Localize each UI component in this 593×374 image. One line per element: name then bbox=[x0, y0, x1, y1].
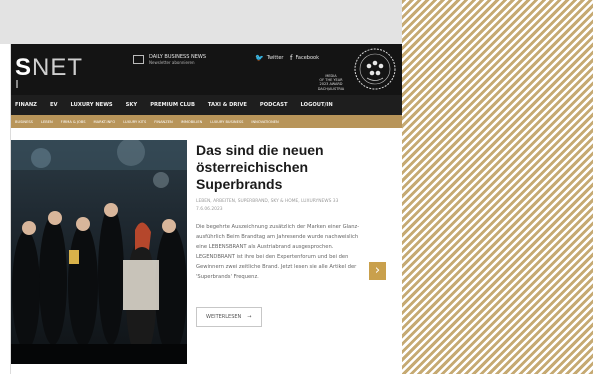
article-teaser: Das sind die neuen österreichischen Supe… bbox=[196, 142, 368, 328]
article-hero-image[interactable] bbox=[11, 140, 187, 364]
facebook-link[interactable]: f Facebook bbox=[290, 54, 319, 62]
diagonal-stripe-panel bbox=[402, 0, 593, 374]
nav-item[interactable]: LOGOUT/IN bbox=[297, 102, 342, 108]
twitter-link[interactable]: 🐦 Twitter bbox=[255, 54, 283, 62]
logo-text: NET bbox=[32, 54, 84, 81]
award-line: DACH/AUSTRIA bbox=[317, 86, 345, 91]
newsletter-text: DAILY BUSINESS NEWS Newsletter abonniere… bbox=[149, 54, 206, 66]
browser-top-bar bbox=[0, 0, 402, 45]
facebook-label: Facebook bbox=[295, 55, 319, 61]
subnav-item[interactable]: LUXURY KITS bbox=[119, 120, 150, 124]
nav-item[interactable]: LUXURY NEWS bbox=[67, 102, 122, 108]
nav-item[interactable]: SKY bbox=[122, 102, 147, 108]
nav-item[interactable]: PODCAST bbox=[256, 102, 297, 108]
subnav-item[interactable]: LUXURY BUSINESS bbox=[206, 120, 247, 124]
logo-letter: S bbox=[15, 54, 33, 81]
nav-item[interactable]: EV bbox=[46, 102, 67, 108]
subnav-item[interactable]: IMMOBILIEN bbox=[177, 120, 207, 124]
subnav-item[interactable]: LEBEN bbox=[37, 120, 57, 124]
facebook-icon: f bbox=[290, 54, 293, 62]
read-more-button[interactable]: WEITERLESEN → bbox=[196, 307, 262, 328]
article-tags: LEBEN, ARBEITEN, SUPERBRAND, SKY & HOME,… bbox=[196, 199, 339, 204]
subnav-item[interactable]: MARKT.INFO bbox=[90, 120, 120, 124]
arrow-right-icon: → bbox=[247, 314, 252, 321]
award-caption: MEDIA OF THE YEAR 2023 AWARD DACH/AUSTRI… bbox=[311, 74, 351, 91]
next-slide-button[interactable]: › bbox=[369, 262, 386, 280]
nav-item[interactable]: FINANZ bbox=[11, 102, 46, 108]
logo-accent bbox=[16, 80, 18, 88]
twitter-label: Twitter bbox=[266, 55, 284, 61]
article-headline[interactable]: Das sind die neuen österreichischen Supe… bbox=[196, 142, 368, 193]
group-photo-image bbox=[11, 140, 187, 364]
subnav-item[interactable]: BUSINESS bbox=[11, 120, 37, 124]
newsletter-mail-icon bbox=[133, 55, 144, 64]
subnav-item[interactable]: FIRMA & JOBS bbox=[57, 120, 90, 124]
newsletter-link[interactable]: DAILY BUSINESS NEWS Newsletter abonniere… bbox=[133, 54, 206, 66]
nav-item[interactable]: PREMIUM CLUB bbox=[146, 102, 204, 108]
sub-navigation: BUSINESS LEBEN FIRMA & JOBS MARKT.INFO L… bbox=[11, 115, 402, 128]
article-date: 7.6.06.2023 bbox=[196, 207, 223, 212]
twitter-icon: 🐦 bbox=[255, 54, 264, 62]
page-left-margin bbox=[0, 44, 11, 374]
newsletter-subtitle: Newsletter abonnieren bbox=[149, 60, 195, 65]
subnav-item[interactable]: FINANZEN bbox=[150, 120, 176, 124]
nav-item[interactable]: TAXI & DRIVE bbox=[204, 102, 256, 108]
main-navigation: FINANZ EV LUXURY NEWS SKY PREMIUM CLUB T… bbox=[11, 95, 402, 115]
site-header: SNET DAILY BUSINESS NEWS Newsletter abon… bbox=[11, 44, 402, 95]
award-seal-icon bbox=[354, 48, 396, 90]
chevron-right-icon: › bbox=[374, 263, 381, 278]
subnav-item[interactable]: INNOVATIONEN bbox=[247, 120, 282, 124]
site-logo[interactable]: SNET bbox=[15, 54, 83, 82]
read-more-label: WEITERLESEN bbox=[206, 314, 242, 321]
article-excerpt: Die begehrte Auszeichnung zusätzlich der… bbox=[196, 224, 360, 280]
